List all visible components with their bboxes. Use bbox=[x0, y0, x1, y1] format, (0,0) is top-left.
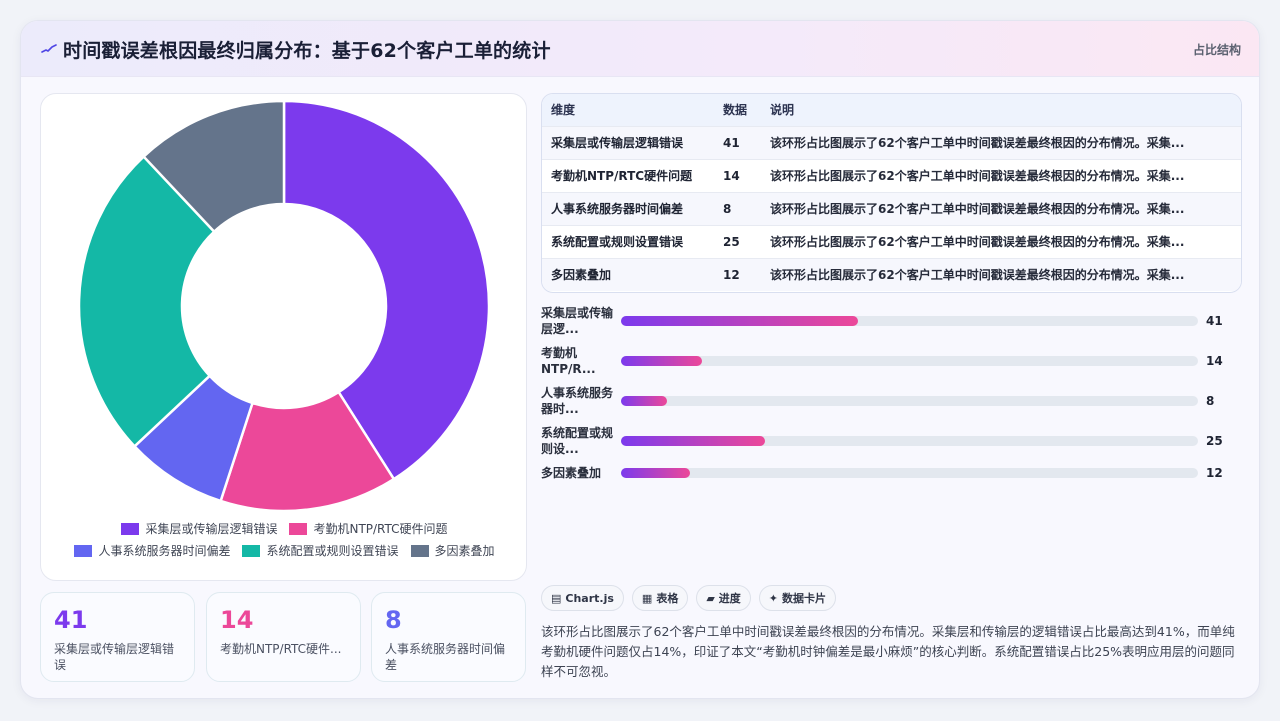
page-title: 时间戳误差根因最终归属分布：基于62个客户工单的统计 bbox=[63, 40, 551, 62]
donut-chart bbox=[77, 99, 491, 513]
progress-row: 多因素叠加 12 bbox=[541, 463, 1242, 483]
chart-legend: 采集层或传输层逻辑错误 考勤机NTP/RTC硬件问题 人事系统服务器时间偏差 系统配… bbox=[41, 518, 528, 562]
table-cell: 人事系统服务器时间偏差 bbox=[551, 202, 684, 216]
table-cell: 25 bbox=[723, 234, 740, 249]
table-cell: 12 bbox=[723, 267, 740, 282]
chip-label: 进度 bbox=[718, 592, 741, 605]
table-row: 考勤机NTP/RTC硬件问题 14 该环形占比图展示了62个客户工单中时间戳误差… bbox=[542, 159, 1241, 192]
legend-item[interactable]: 系统配置或规则设置错误 bbox=[242, 540, 399, 562]
legend-swatch bbox=[121, 523, 140, 535]
legend-label: 采集层或传输层逻辑错误 bbox=[145, 522, 278, 536]
progress-fill bbox=[621, 468, 691, 478]
stat-value: 8 bbox=[385, 606, 402, 634]
progress-value: 8 bbox=[1206, 394, 1215, 408]
progress-value: 14 bbox=[1206, 354, 1223, 368]
chip-table[interactable]: ▦ 表格 bbox=[631, 585, 689, 611]
progress-track bbox=[621, 396, 1198, 406]
header-badge: 占比结构 bbox=[1192, 43, 1241, 57]
table-cell: 采集层或传输层逻辑错误 bbox=[551, 136, 684, 150]
legend-swatch bbox=[242, 545, 261, 557]
chip-progress[interactable]: ▰ 进度 bbox=[696, 585, 751, 611]
stat-label: 考勤机NTP/RTC硬件... bbox=[220, 642, 342, 656]
table-row: 人事系统服务器时间偏差 8 该环形占比图展示了62个客户工单中时间戳误差最终根因… bbox=[542, 192, 1241, 225]
legend-label: 系统配置或规则设置错误 bbox=[266, 544, 399, 558]
chart-icon: ▤ bbox=[551, 591, 562, 605]
dashboard-card: 时间戳误差根因最终归属分布：基于62个客户工单的统计 占比结构 采集层或传输层逻… bbox=[20, 20, 1260, 699]
table-cell: 该环形占比图展示了62个客户工单中时间戳误差最终根因的分布情况。采集... bbox=[770, 235, 1185, 249]
donut-chart-panel: 采集层或传输层逻辑错误 考勤机NTP/RTC硬件问题 人事系统服务器时间偏差 系统配… bbox=[40, 93, 527, 581]
stat-label: 人事系统服务器时间偏差 bbox=[385, 642, 506, 672]
stat-value: 14 bbox=[220, 606, 254, 634]
legend-item[interactable]: 人事系统服务器时间偏差 bbox=[74, 540, 230, 562]
progress-fill bbox=[621, 436, 766, 446]
table-row: 系统配置或规则设置错误 25 该环形占比图展示了62个客户工单中时间戳误差最终根… bbox=[542, 225, 1241, 258]
table-cell: 该环形占比图展示了62个客户工单中时间戳误差最终根因的分布情况。采集... bbox=[770, 268, 1185, 283]
progress-label: 人事系统服务器时... bbox=[541, 386, 614, 416]
legend-swatch bbox=[410, 545, 429, 557]
progress-value: 12 bbox=[1206, 466, 1223, 480]
summary-text: 该环形占比图展示了62个客户工单中时间戳误差最终根因的分布情况。采集层和传输层的… bbox=[541, 624, 1235, 679]
chip-label: 表格 bbox=[656, 592, 679, 605]
header: 时间戳误差根因最终归属分布：基于62个客户工单的统计 占比结构 bbox=[21, 21, 1259, 77]
legend-label: 考勤机NTP/RTC硬件问题 bbox=[313, 522, 448, 536]
progress-row: 系统配置或规则设... 25 bbox=[541, 425, 1242, 457]
table-icon: ▦ bbox=[641, 591, 653, 605]
table-cell: 系统配置或规则设置错误 bbox=[551, 235, 684, 249]
table-cell: 多因素叠加 bbox=[551, 268, 612, 283]
stat-card: 8 人事系统服务器时间偏差 bbox=[371, 592, 526, 682]
chip-label: Chart.js bbox=[565, 591, 614, 605]
stat-card: 14 考勤机NTP/RTC硬件... bbox=[206, 592, 361, 682]
progress-label: 多因素叠加 bbox=[541, 466, 602, 480]
progress-value: 41 bbox=[1206, 314, 1223, 328]
table-cell: 14 bbox=[723, 168, 740, 183]
legend-swatch bbox=[74, 545, 93, 557]
progress-fill bbox=[621, 316, 858, 326]
legend-item[interactable]: 多因素叠加 bbox=[410, 540, 495, 562]
table-cell: 该环形占比图展示了62个客户工单中时间戳误差最终根因的分布情况。采集... bbox=[770, 136, 1185, 150]
chip-data-cards[interactable]: ✦ 数据卡片 bbox=[758, 585, 837, 611]
progress-value: 25 bbox=[1206, 434, 1223, 448]
view-chips: ▤ Chart.js ▦ 表格 ▰ 进度 ✦ 数据卡片 bbox=[541, 585, 837, 611]
legend-swatch bbox=[289, 523, 308, 535]
table-cell: 41 bbox=[723, 135, 740, 150]
progress-label: 考勤机NTP/R... bbox=[541, 346, 596, 376]
chip-chartjs[interactable]: ▤ Chart.js bbox=[541, 585, 624, 611]
legend-label: 人事系统服务器时间偏差 bbox=[98, 544, 231, 558]
progress-row: 考勤机NTP/R... 14 bbox=[541, 345, 1242, 377]
chip-label: 数据卡片 bbox=[782, 592, 827, 605]
progress-track bbox=[621, 316, 1198, 326]
progress-track bbox=[621, 436, 1198, 446]
progress-track bbox=[621, 356, 1198, 366]
progress-fill bbox=[621, 356, 702, 366]
stat-label: 采集层或传输层逻辑错误 bbox=[54, 642, 175, 672]
progress-label: 采集层或传输层逻... bbox=[541, 306, 614, 336]
legend-label: 多因素叠加 bbox=[434, 544, 495, 558]
sparkle-icon: ✦ bbox=[768, 591, 779, 605]
table-header-row: 维度 数据 说明 bbox=[542, 94, 1241, 126]
progress-track bbox=[621, 468, 1198, 478]
table-header: 数据 bbox=[723, 103, 748, 118]
stat-card: 41 采集层或传输层逻辑错误 bbox=[40, 592, 195, 682]
legend-item[interactable]: 考勤机NTP/RTC硬件问题 bbox=[289, 518, 448, 540]
stat-cards: 41 采集层或传输层逻辑错误 14 考勤机NTP/RTC硬件... 8 人事系统… bbox=[40, 592, 527, 682]
progress-label: 系统配置或规则设... bbox=[541, 426, 614, 456]
table-header: 维度 bbox=[551, 103, 576, 118]
progress-row: 采集层或传输层逻... 41 bbox=[541, 305, 1242, 337]
table-cell: 8 bbox=[723, 201, 732, 216]
table-row: 多因素叠加 12 该环形占比图展示了62个客户工单中时间戳误差最终根因的分布情况… bbox=[542, 258, 1241, 291]
table-cell: 该环形占比图展示了62个客户工单中时间戳误差最终根因的分布情况。采集... bbox=[770, 169, 1185, 183]
pulse-line-icon bbox=[41, 44, 57, 53]
stat-value: 41 bbox=[54, 606, 88, 634]
table-cell: 考勤机NTP/RTC硬件问题 bbox=[551, 169, 693, 183]
table-cell: 该环形占比图展示了62个客户工单中时间戳误差最终根因的分布情况。采集... bbox=[770, 202, 1185, 216]
table-row: 采集层或传输层逻辑错误 41 该环形占比图展示了62个客户工单中时间戳误差最终根… bbox=[542, 126, 1241, 159]
progress-fill bbox=[621, 396, 668, 406]
table-header: 说明 bbox=[770, 103, 795, 118]
data-table: 维度 数据 说明 采集层或传输层逻辑错误 41 该环形占比图展示了62个客户工单… bbox=[541, 93, 1242, 293]
legend-item[interactable]: 采集层或传输层逻辑错误 bbox=[121, 518, 277, 540]
progress-icon: ▰ bbox=[706, 591, 715, 605]
progress-row: 人事系统服务器时... 8 bbox=[541, 385, 1242, 417]
